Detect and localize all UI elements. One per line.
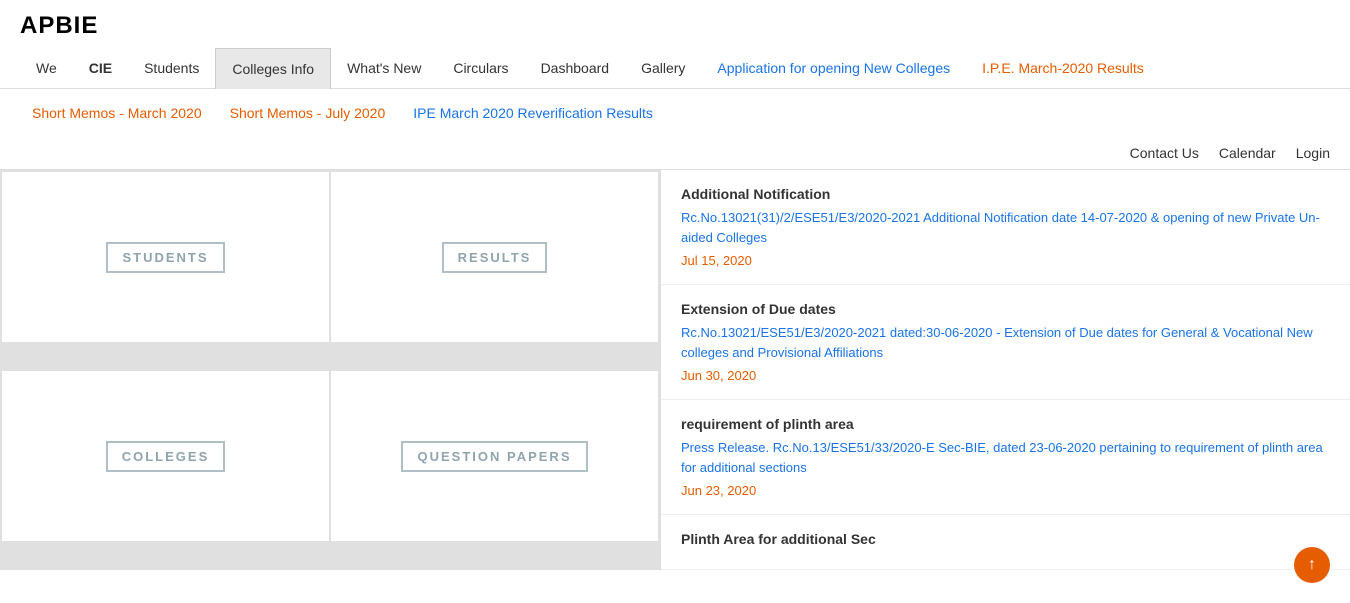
grid-card-label-colleges: COLLEGES — [106, 441, 226, 472]
grid-card-colleges[interactable]: COLLEGES — [2, 371, 329, 541]
grid-card-students[interactable]: STUDENTS — [2, 172, 329, 342]
grid-card-label-question-papers: QUESTION PAPERS — [401, 441, 587, 472]
nav-item-we[interactable]: We — [20, 48, 73, 88]
nav-item-colleges-info[interactable]: Colleges Info — [215, 48, 331, 89]
grid-card-label-results: RESULTS — [442, 242, 548, 273]
sec-nav-item-short-memos-march[interactable]: Short Memos - March 2020 — [20, 97, 214, 129]
sec-nav-item-short-memos-july[interactable]: Short Memos - July 2020 — [218, 97, 398, 129]
secondary-nav: Short Memos - March 2020Short Memos - Ju… — [0, 89, 1350, 137]
news-desc-additional-notification[interactable]: Rc.No.13021(31)/2/ESE51/E3/2020-2021 Add… — [681, 208, 1330, 247]
news-desc-requirement-plinth-area[interactable]: Press Release. Rc.No.13/ESE51/33/2020-E … — [681, 438, 1330, 477]
news-title-extension-due-dates: Extension of Due dates — [681, 301, 1330, 317]
news-item-additional-notification: Additional Notification Rc.No.13021(31)/2… — [661, 170, 1350, 285]
nav-item-ipe-results[interactable]: I.P.E. March-2020 Results — [966, 48, 1160, 88]
grid-card-label-students: STUDENTS — [106, 242, 224, 273]
logo: APBIE — [20, 12, 1330, 48]
nav-item-students[interactable]: Students — [128, 48, 215, 88]
news-title-additional-notification: Additional Notification — [681, 186, 1330, 202]
news-section: Additional Notification Rc.No.13021(31)/2… — [660, 170, 1350, 570]
primary-nav: WeCIEStudentsColleges InfoWhat's NewCirc… — [20, 48, 1330, 88]
main-content: STUDENTS RESULTS COLLEGES QUESTION PAPERS A… — [0, 170, 1350, 570]
news-title-plinth-area-additional: Plinth Area for additional Sec — [681, 531, 1330, 547]
news-date-additional-notification: Jul 15, 2020 — [681, 253, 1330, 268]
sec-nav-item-ipe-reverification[interactable]: IPE March 2020 Reverification Results — [401, 97, 665, 129]
news-item-extension-due-dates: Extension of Due dates Rc.No.13021/ESE51/… — [661, 285, 1350, 400]
util-item-login[interactable]: Login — [1296, 145, 1330, 161]
news-item-plinth-area-additional: Plinth Area for additional Sec — [661, 515, 1350, 570]
nav-item-application-new-colleges[interactable]: Application for opening New Colleges — [701, 48, 966, 88]
news-date-requirement-plinth-area: Jun 23, 2020 — [681, 483, 1330, 498]
util-item-contact-us[interactable]: Contact Us — [1130, 145, 1199, 161]
news-date-extension-due-dates: Jun 30, 2020 — [681, 368, 1330, 383]
nav-item-dashboard[interactable]: Dashboard — [525, 48, 626, 88]
header: APBIE WeCIEStudentsColleges InfoWhat's N… — [0, 0, 1350, 89]
grid-card-question-papers[interactable]: QUESTION PAPERS — [331, 371, 658, 541]
grid-card-results[interactable]: RESULTS — [331, 172, 658, 342]
utility-nav: Contact Us Calendar Login — [0, 137, 1350, 170]
news-title-requirement-plinth-area: requirement of plinth area — [681, 416, 1330, 432]
nav-item-cie[interactable]: CIE — [73, 48, 128, 88]
scroll-top-button[interactable]: ↑ — [1294, 547, 1330, 583]
news-desc-extension-due-dates[interactable]: Rc.No.13021/ESE51/E3/2020-2021 dated:30-… — [681, 323, 1330, 362]
news-item-requirement-plinth-area: requirement of plinth area Press Release.… — [661, 400, 1350, 515]
nav-item-whats-new[interactable]: What's New — [331, 48, 437, 88]
nav-item-circulars[interactable]: Circulars — [437, 48, 524, 88]
nav-item-gallery[interactable]: Gallery — [625, 48, 701, 88]
util-item-calendar[interactable]: Calendar — [1219, 145, 1276, 161]
grid-section: STUDENTS RESULTS COLLEGES QUESTION PAPERS — [0, 170, 660, 570]
